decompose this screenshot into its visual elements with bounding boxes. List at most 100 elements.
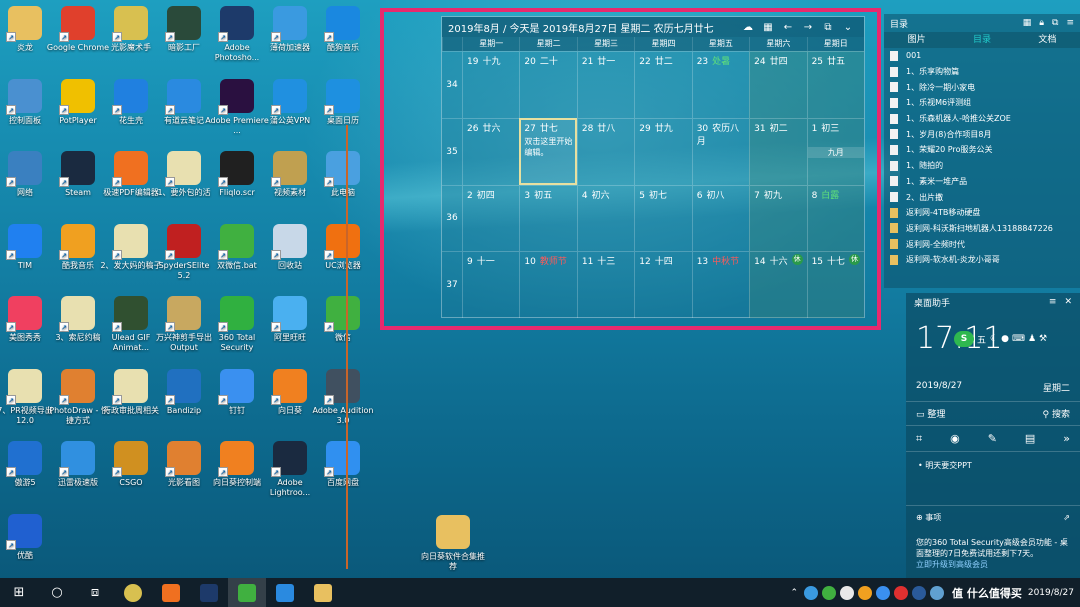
taskbar-folder[interactable]: [304, 578, 342, 607]
sunflower-icon: ↗: [218, 441, 254, 477]
toc-item-label: 返利网-全频时代: [906, 239, 965, 249]
shortcut-arrow-icon: ↗: [324, 104, 334, 115]
weather-widget[interactable]: S 五 ☾ ● ⌨ ♟ ⚒: [954, 331, 1047, 347]
user-icon: ♟: [1027, 334, 1037, 344]
shortcut-arrow-icon: ↗: [165, 322, 175, 332]
shortcut-arrow-icon: ↗: [165, 104, 175, 115]
shortcut-arrow-icon: ↗: [59, 249, 69, 260]
premiere-icon: ↗: [218, 78, 254, 115]
tab-images[interactable]: 图片: [884, 32, 949, 48]
toc-list-item[interactable]: 返利网-全频时代: [884, 236, 1080, 252]
desktop-icon[interactable]: ↗ Adobe Audition 3.0: [310, 368, 376, 426]
toc-list-item[interactable]: 1、乐视M6评测组: [884, 95, 1080, 111]
toc-list-item[interactable]: 1、荣耀20 Pro服务公关: [884, 142, 1080, 158]
desktop-icon[interactable]: ↗ 微信: [310, 296, 376, 343]
folder-icon: ↗: [271, 151, 307, 187]
calendar-grid-icon: ↗: [324, 78, 360, 115]
shortcut-arrow-icon: ↗: [218, 394, 228, 405]
lock-icon[interactable]: 🔒︎: [1039, 18, 1044, 28]
table-icon[interactable]: ▤: [1025, 432, 1035, 445]
toc-list-item[interactable]: 1、随拍的: [884, 158, 1080, 174]
shortcut-arrow-icon: ↗: [271, 249, 281, 260]
todo-item[interactable]: 明天要交PPT: [925, 461, 972, 470]
taskbar-photoshop[interactable]: [190, 578, 228, 607]
file-icon: [890, 97, 898, 108]
tray-app-icon[interactable]: [912, 585, 926, 600]
shortcut-arrow-icon: ↗: [59, 467, 69, 477]
toc-list-item[interactable]: 001: [884, 48, 1080, 64]
desktop-icon[interactable]: ↗ UC浏览器: [310, 223, 376, 271]
taskbar-camera-app[interactable]: [114, 578, 152, 607]
task-view-icon[interactable]: ⧈: [76, 578, 114, 607]
desktop-icon[interactable]: ↗ 百度网盘: [310, 441, 376, 488]
tray-app-icon[interactable]: [804, 585, 818, 600]
desktop-icon[interactable]: ↗ 优酷: [0, 513, 58, 561]
menu-icon[interactable]: ≡: [1049, 297, 1057, 307]
menu-icon[interactable]: ≡: [1066, 18, 1074, 28]
toc-tabs: 图片 目录 文档: [884, 32, 1080, 48]
file-icon: [890, 176, 898, 187]
double-chevron-icon[interactable]: »: [1063, 432, 1070, 445]
window-icon[interactable]: ⧉: [1052, 18, 1058, 28]
control-panel-icon: ↗: [6, 78, 42, 115]
toc-list-item[interactable]: 返利网-4TB移动硬盘: [884, 205, 1080, 221]
toc-list-item[interactable]: 1、乐享购物篇: [884, 64, 1080, 80]
desktop-icon[interactable]: ↗ 此电脑: [310, 151, 376, 198]
file-icon: [890, 207, 898, 218]
shortcut-arrow-icon: ↗: [324, 32, 334, 42]
toc-list-item[interactable]: 返利网-软水机-炎龙小哥哥: [884, 252, 1080, 268]
shortcut-arrow-icon: ↗: [218, 322, 228, 332]
taskbar-app-orange[interactable]: [152, 578, 190, 607]
edit-icon[interactable]: ✎: [988, 432, 997, 445]
assistant-title: 桌面助手: [914, 298, 951, 309]
tray-wechat-icon[interactable]: [822, 585, 836, 600]
windows-start-icon[interactable]: ⊞: [0, 578, 38, 607]
toc-list-item[interactable]: 1、除冷一期小家电: [884, 79, 1080, 95]
file-icon: [890, 82, 898, 93]
taskbar-date[interactable]: 2019/8/27: [1028, 588, 1074, 598]
wrench-icon: ⚒: [1039, 334, 1048, 344]
file-icon: [890, 144, 898, 155]
shortcut-arrow-icon: ↗: [59, 32, 69, 42]
crop-icon[interactable]: ⌗: [916, 432, 922, 446]
tray-app-icon[interactable]: [876, 585, 890, 600]
upgrade-link[interactable]: 立即升级到高级会员: [916, 559, 1070, 570]
tab-directory[interactable]: 目录: [949, 32, 1014, 48]
organize-button[interactable]: ▭ 整理: [916, 407, 1043, 420]
tray-app-icon[interactable]: [858, 585, 872, 600]
grid-icon[interactable]: ▦: [1023, 18, 1032, 28]
wechat-icon: ↗: [218, 223, 254, 260]
notice-text: 您的360 Total Security高级会员功能 - 桌面整理的7日免费试用…: [916, 538, 1068, 558]
taskbar-note[interactable]: [266, 578, 304, 607]
toc-list-item[interactable]: 1、乐森机器人-哈推公关ZOE: [884, 111, 1080, 127]
toc-item-label: 返利网-科沃斯扫地机器人13188847226: [906, 223, 1053, 233]
viewer-icon: ↗: [165, 441, 201, 477]
desktop-icon[interactable]: ↗ 桌面日历: [310, 78, 376, 126]
shortcut-arrow-icon: ↗: [112, 249, 122, 260]
maxthon-icon: ↗: [6, 441, 42, 477]
shortcut-arrow-icon: ↗: [218, 249, 228, 260]
tray-app-icon[interactable]: [840, 585, 854, 600]
search-button[interactable]: ⚲ 搜索: [1043, 407, 1070, 420]
add-event-button[interactable]: ⊕ 事项: [916, 512, 1063, 523]
desktop-icon[interactable]: ↗ 酷狗音乐: [310, 6, 376, 53]
chevron-up-icon[interactable]: ⌃: [790, 588, 798, 598]
kugou-icon: ↗: [324, 6, 360, 42]
toc-list-item[interactable]: 2、出片撒: [884, 189, 1080, 205]
tray-app-icon[interactable]: [894, 585, 908, 600]
toc-list-item[interactable]: 1、素米一堆产品: [884, 174, 1080, 190]
toc-list-item[interactable]: 1、岁月(8)合作项目8月: [884, 126, 1080, 142]
note-icon: ↗: [165, 78, 201, 115]
eye-icon[interactable]: ◉: [950, 432, 960, 445]
tray-app-icon[interactable]: [930, 585, 944, 600]
share-icon[interactable]: ⇗: [1063, 513, 1070, 522]
toc-header: 目录 ▦ 🔒︎ ⧉ ≡: [884, 14, 1080, 32]
search-circle-icon[interactable]: ○: [38, 578, 76, 607]
shortcut-arrow-icon: ↗: [59, 104, 69, 115]
close-icon[interactable]: ✕: [1064, 297, 1072, 307]
toc-list-item[interactable]: 返利网-科沃斯扫地机器人13188847226: [884, 221, 1080, 237]
shortcut-arrow-icon: ↗: [112, 177, 122, 187]
tab-documents[interactable]: 文档: [1015, 32, 1080, 48]
desktop-icon-folder-extra[interactable]: 向日葵软件合集推荐: [418, 515, 488, 572]
taskbar-wechat[interactable]: [228, 578, 266, 607]
